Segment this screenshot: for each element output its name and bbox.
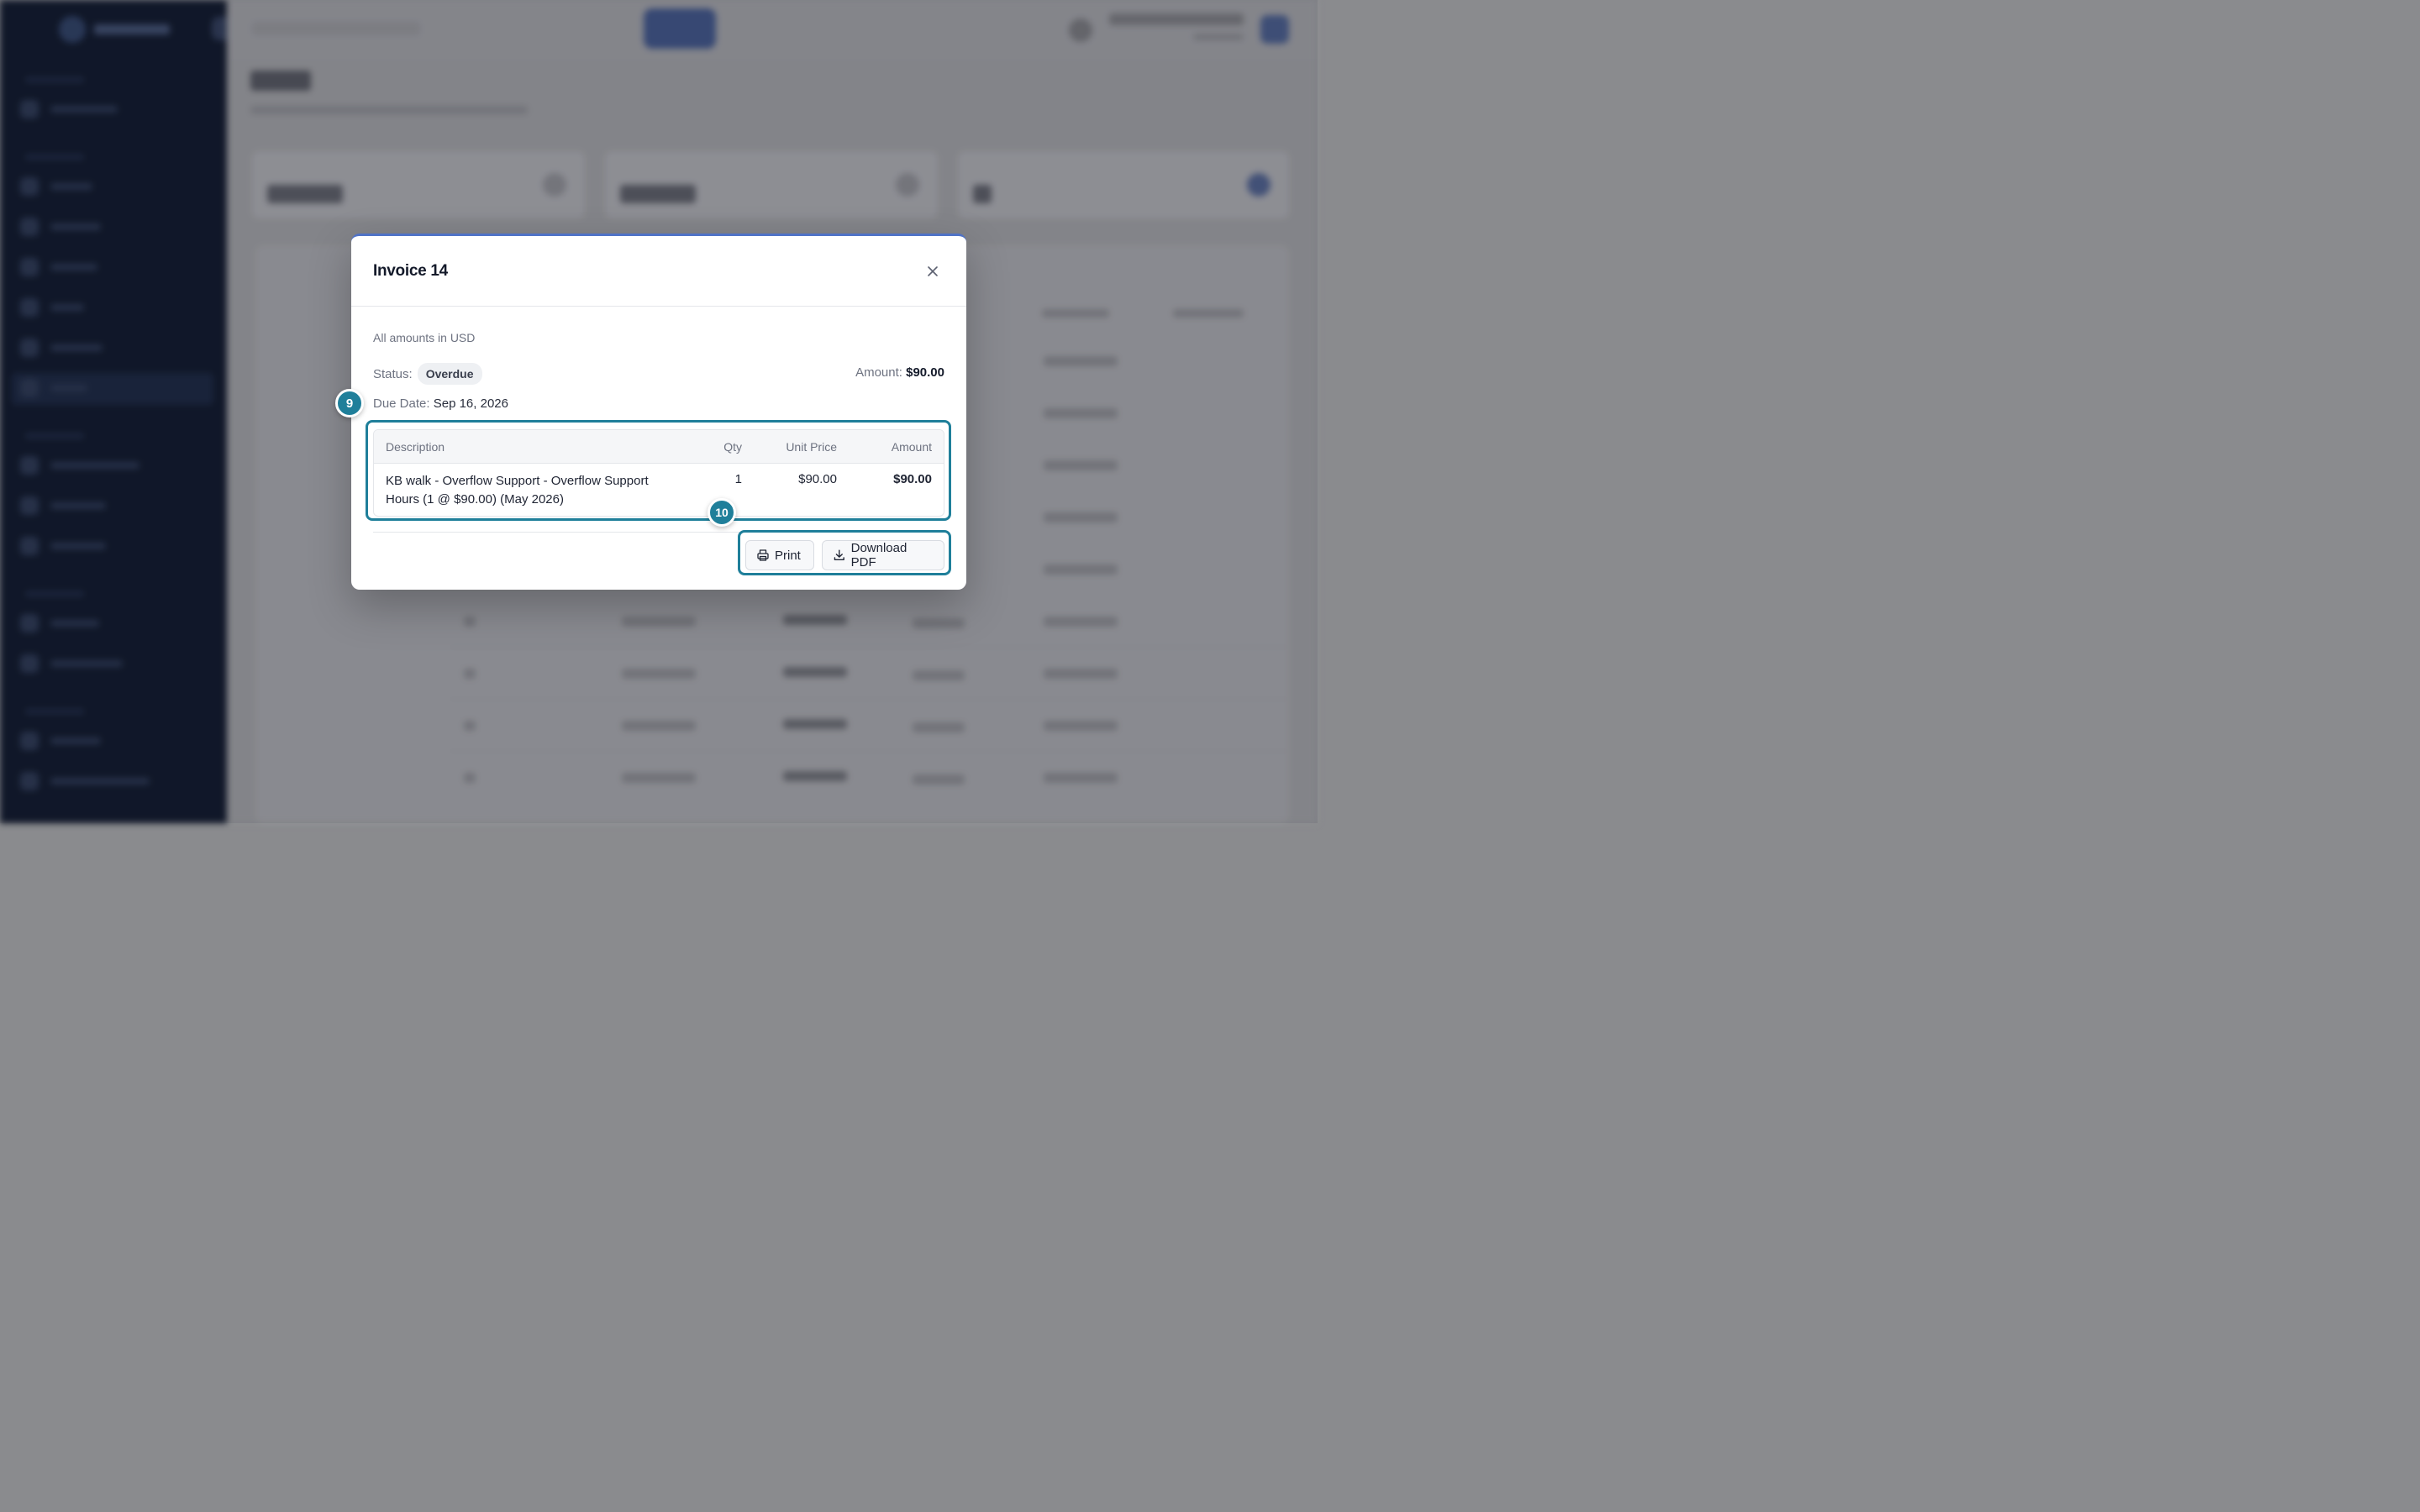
- amount-value: $90.00: [906, 365, 944, 380]
- status-badge: Overdue: [417, 363, 482, 385]
- callout-badge-9: 9: [335, 389, 364, 417]
- currency-note: All amounts in USD: [373, 331, 476, 344]
- callout-highlight-table: [366, 420, 951, 521]
- due-date-row: Due Date: Sep 16, 2026: [373, 396, 508, 411]
- callout-badge-10: 10: [708, 498, 736, 527]
- status-label: Status:: [373, 366, 413, 381]
- modal-header: Invoice 14: [351, 236, 966, 307]
- close-icon: [928, 265, 938, 276]
- modal-title: Invoice 14: [373, 261, 448, 280]
- amount-row: Amount: $90.00: [855, 365, 944, 380]
- close-button[interactable]: [921, 260, 944, 283]
- due-date-label: Due Date:: [373, 396, 430, 411]
- due-date-value: Sep 16, 2026: [433, 396, 508, 411]
- amount-label: Amount:: [855, 365, 902, 380]
- callout-highlight-actions: [738, 530, 951, 575]
- status-row: Status: Overdue: [373, 363, 482, 385]
